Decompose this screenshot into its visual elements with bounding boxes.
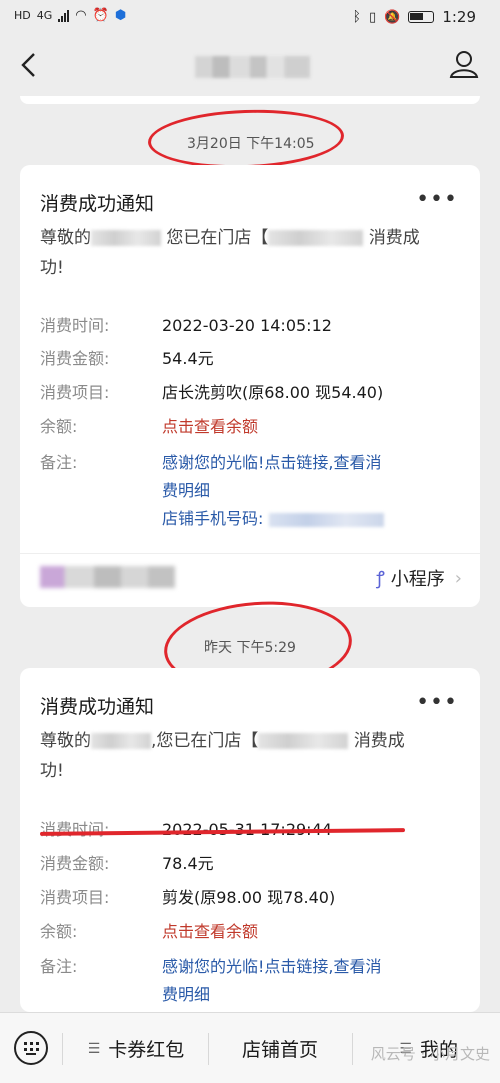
detail-row-remark: 备注: 感谢您的光临!点击链接,查看消 费明细 店铺手机号码: [40,449,470,533]
back-arrow-icon[interactable] [16,50,46,80]
detail-row-remark: 备注: 感谢您的光临!点击链接,查看消 费明细 [40,953,470,1009]
detail-row-amount: 消费金额: 54.4元 [40,349,214,368]
menu-separator [62,1033,63,1065]
user-profile-icon[interactable] [448,48,480,80]
mini-program-icon: ꝭ [376,568,385,589]
keyboard-icon[interactable] [14,1031,48,1065]
alarm-icon: ⏰ [92,8,109,23]
menu-separator [352,1033,353,1065]
mute-icon: 🔕 [384,9,401,25]
hd-indicator: HD [14,9,31,22]
menu-separator [208,1033,209,1065]
remark-link[interactable]: 感谢您的光临!点击链接,查看消 费明细 [162,953,382,1009]
greeting-text: 尊敬的 ,您已在门店【 消费成 功! [40,731,405,781]
bottom-menu-bar: ☰ 卡券红包 店铺首页 ☰ 我的 风云号 · 小月文史 [0,1012,500,1083]
bluetooth-icon: ᛒ [352,9,361,25]
detail-row-balance: 余额: 点击查看余额 [40,413,470,441]
greeting-text: 尊敬的 您已在门店【 消费成 功! [40,228,420,278]
mini-program-link[interactable]: ꝭ 小程序 › [376,565,462,591]
menu-coupons[interactable]: ☰ 卡券红包 [66,1013,206,1083]
more-options-icon[interactable]: ••• [416,690,458,715]
remark-link[interactable]: 感谢您的光临!点击链接,查看消 费明细 店铺手机号码: [162,449,385,533]
detail-row-item: 消费项目: 剪发(原98.00 现78.40) [40,888,336,907]
detail-row-balance: 余额: 点击查看余额 [40,918,470,946]
status-right: ᛒ ▯ 🔕 1:29 [353,8,476,26]
notification-card-1[interactable]: 消费成功通知 ••• 尊敬的 您已在门店【 消费成 功! 消费时间: 2022-0… [20,165,480,607]
watermark-text: 风云号 · 小月文史 [370,1045,490,1063]
notification-card-2[interactable]: 消费成功通知 ••• 尊敬的,您已在门店【 消费成 功! 消费时间:2022-0… [20,668,480,1012]
chat-title-blurred [195,56,310,78]
mini-program-name-blurred [40,566,175,588]
battery-icon [408,11,435,23]
view-balance-link[interactable]: 点击查看余额 [162,413,258,441]
network-type: 4G [36,9,53,22]
wifi-icon: ◠ [75,8,87,23]
more-options-icon[interactable]: ••• [416,187,458,212]
view-balance-link[interactable]: 点击查看余额 [162,918,258,946]
detail-row-item: 消费项目: 店长洗剪吹(原68.00 现54.40) [40,383,384,402]
status-bar: HD 4G ◠ ⏰ ⬢ ᛒ ▯ 🔕 1:29 [0,0,500,36]
card-title: 消费成功通知 [40,696,155,718]
previous-card-edge [20,96,480,104]
clock: 1:29 [442,8,476,26]
annotation-circle-1 [147,106,345,172]
chevron-right-icon: › [454,567,462,589]
nav-bar [0,36,500,96]
detail-row-time: 消费时间: 2022-03-20 14:05:12 [40,316,332,335]
card-divider [20,553,480,554]
menu-store-home[interactable]: 店铺首页 [210,1013,350,1083]
status-left: HD 4G ◠ ⏰ ⬢ [14,8,126,23]
menu-list-icon: ☰ [87,1040,101,1057]
signal-icon [58,9,70,22]
vibrate-icon: ▯ [368,9,377,25]
detail-row-amount: 消费金额: 78.4元 [40,854,214,873]
card-title: 消费成功通知 [40,193,155,215]
shield-icon: ⬢ [114,8,127,23]
